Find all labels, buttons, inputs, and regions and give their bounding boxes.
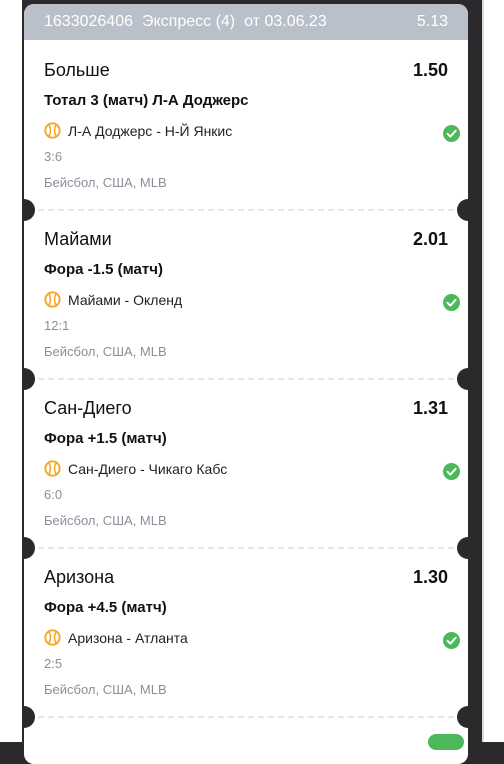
bet-divider (38, 378, 454, 380)
bet-match[interactable]: Майами - Окленд (44, 291, 448, 308)
bet-match-teams: Л-А Доджерс - Н-Й Янкис (68, 122, 233, 139)
bet-odds: 1.31 (412, 398, 448, 418)
bet-market: Тотал 3 (матч) Л-А Доджерс (44, 92, 249, 109)
bet-score: 2:5 (44, 656, 63, 671)
bet-match[interactable]: Л-А Доджерс - Н-Й Янкис (44, 122, 448, 139)
bet-divider (38, 547, 454, 549)
background-panel-right (484, 0, 504, 742)
bet-league: Бейсбол, США, MLB (44, 513, 167, 528)
bet-match-teams: Майами - Окленд (68, 291, 183, 308)
won-check-icon (443, 125, 460, 142)
bet-match[interactable]: Сан-Диего - Чикаго Кабс (44, 460, 448, 477)
bet-league: Бейсбол, США, MLB (44, 344, 167, 359)
ticket-total-odds: 5.13 (416, 13, 448, 30)
won-check-icon (443, 294, 460, 311)
bet-odds: 1.30 (412, 567, 448, 587)
bet-odds: 1.50 (412, 60, 448, 80)
bet-selection: Больше (44, 60, 110, 80)
bet-match-teams: Аризона - Атланта (68, 629, 188, 646)
bet-item: Майами 2.01 Фора -1.5 (матч) Майами - Ок… (24, 209, 468, 378)
bet-item: Сан-Диего 1.31 Фора +1.5 (матч) Сан-Диег… (24, 378, 468, 547)
bet-league: Бейсбол, США, MLB (44, 175, 167, 190)
bet-item: Аризона 1.30 Фора +4.5 (матч) Аризона - … (24, 547, 468, 716)
bet-ticket[interactable]: 1633026406 Экспресс (4) от 03.06.23 5.13 Б… (24, 4, 468, 764)
bet-league: Бейсбол, США, MLB (44, 682, 167, 697)
baseball-icon (44, 122, 61, 139)
bet-selection: Майами (44, 229, 112, 249)
bet-market: Фора -1.5 (матч) (44, 261, 163, 278)
baseball-icon (44, 629, 61, 646)
ticket-date: от 03.06.23 (244, 13, 327, 30)
bet-selection: Сан-Диего (44, 398, 132, 418)
bet-score: 6:0 (44, 487, 63, 502)
baseball-icon (44, 460, 61, 477)
bet-score: 12:1 (44, 318, 70, 333)
baseball-icon (44, 291, 61, 308)
bet-match-teams: Сан-Диего - Чикаго Кабс (68, 460, 228, 477)
background-panel-left (0, 0, 22, 742)
won-check-icon (443, 632, 460, 649)
ticket-id: 1633026406 (44, 13, 133, 30)
bet-score: 3:6 (44, 149, 63, 164)
bet-selection: Аризона (44, 567, 115, 587)
bet-market: Фора +4.5 (матч) (44, 599, 167, 616)
bet-odds: 2.01 (412, 229, 448, 249)
ticket-type: Экспресс (4) (141, 13, 236, 30)
ticket-notch (457, 706, 468, 728)
bet-item: Больше 1.50 Тотал 3 (матч) Л-А Доджерс Л… (24, 40, 468, 209)
ticket-header: 1633026406 Экспресс (4) от 03.06.23 5.13 (24, 4, 468, 40)
bet-divider (38, 209, 454, 211)
bet-divider (38, 716, 454, 718)
bet-market: Фора +1.5 (матч) (44, 430, 167, 447)
won-check-icon (443, 463, 460, 480)
status-badge (428, 734, 464, 750)
ticket-info: 1633026406 Экспресс (4) от 03.06.23 (44, 13, 336, 31)
bet-match[interactable]: Аризона - Атланта (44, 629, 448, 646)
